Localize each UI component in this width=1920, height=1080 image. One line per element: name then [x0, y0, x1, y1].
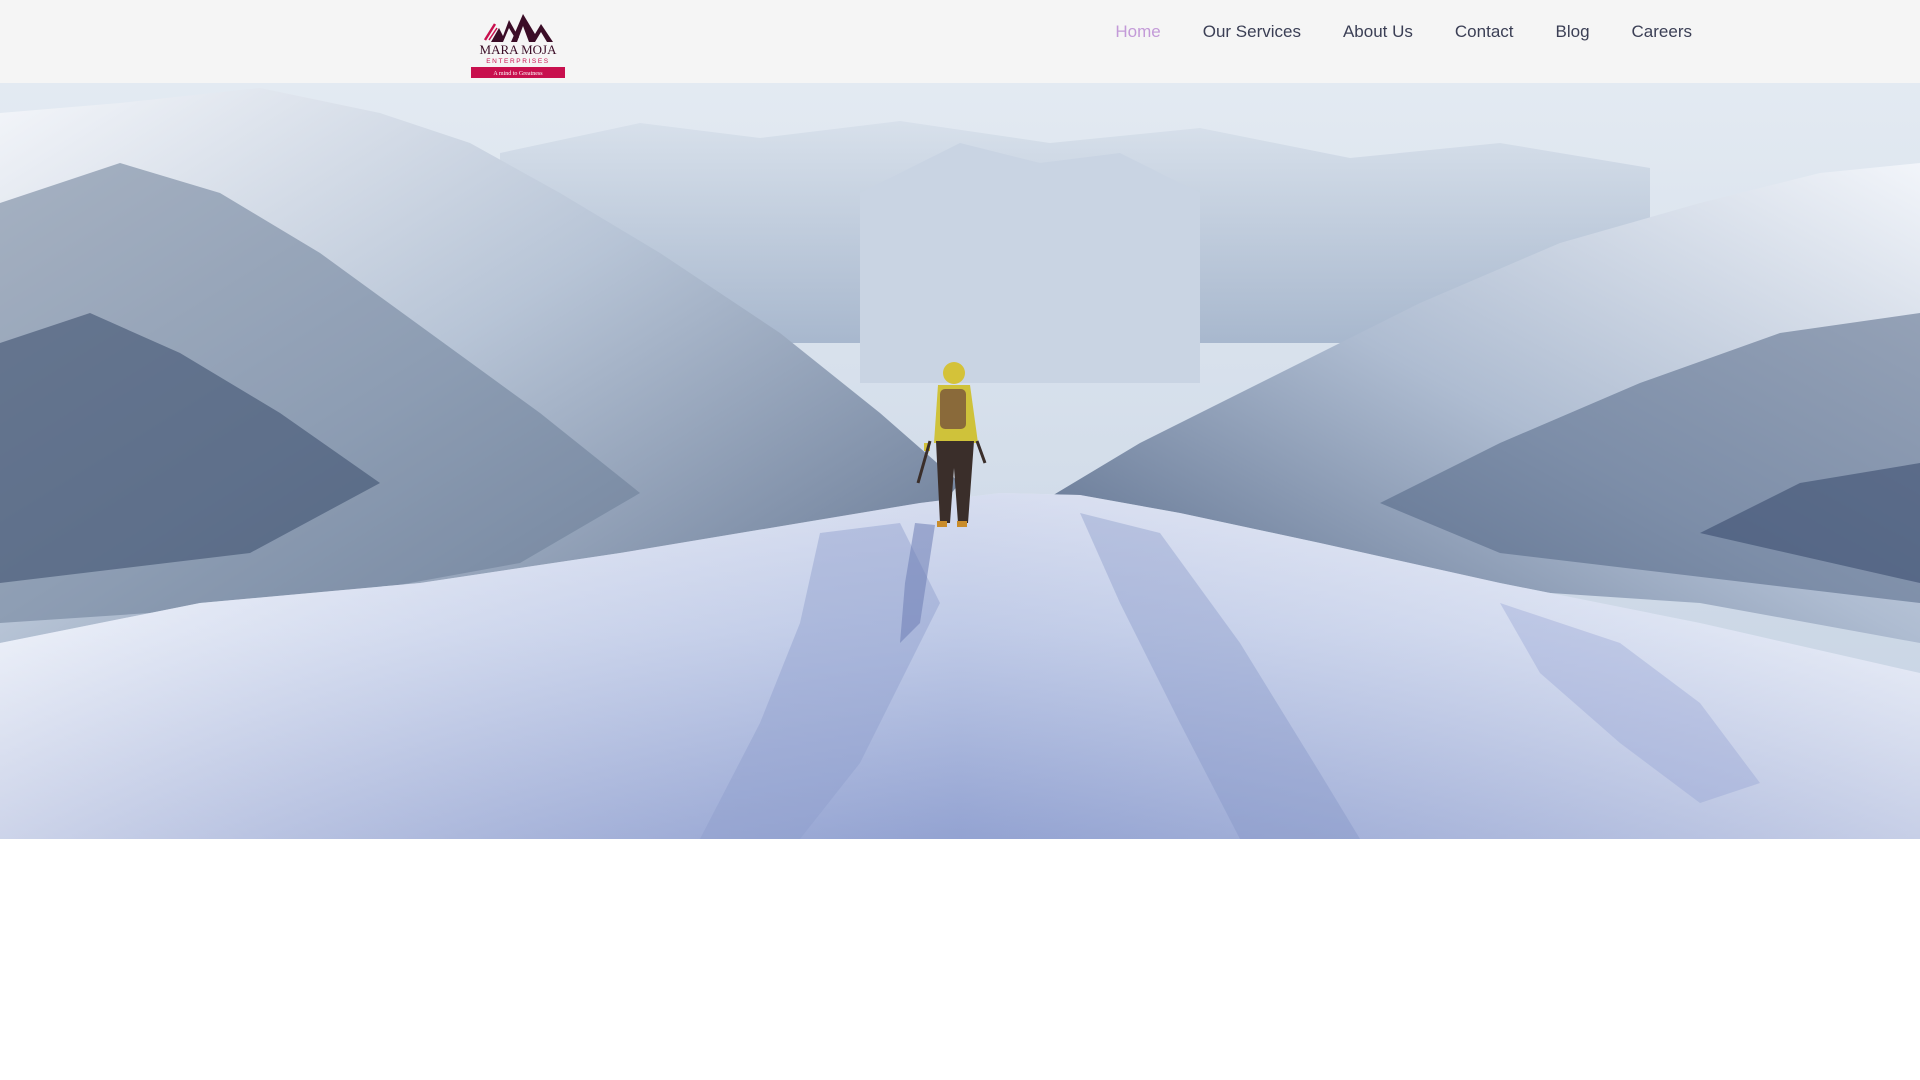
brand-name: MARA MOJA [480, 42, 558, 57]
nav-contact[interactable]: Contact [1455, 22, 1514, 42]
nav-home[interactable]: Home [1115, 22, 1160, 42]
logo-mark-icon: MARA MOJA ENTERPRISES A mind to Greatnes… [471, 14, 565, 78]
brand-tagline: A mind to Greatness [493, 71, 543, 77]
page-content-area [0, 839, 1920, 1080]
nav-blog[interactable]: Blog [1556, 22, 1590, 42]
hero-image [0, 83, 1920, 839]
nav-careers[interactable]: Careers [1632, 22, 1692, 42]
nav-our-services[interactable]: Our Services [1203, 22, 1301, 42]
nav-about-us[interactable]: About Us [1343, 22, 1413, 42]
brand-logo[interactable]: MARA MOJA ENTERPRISES A mind to Greatnes… [471, 6, 565, 79]
brand-subtitle: ENTERPRISES [486, 58, 549, 65]
main-nav: Home Our Services About Us Contact Blog … [1115, 0, 1692, 63]
mountain-scene [0, 83, 1920, 839]
site-header: MARA MOJA ENTERPRISES A mind to Greatnes… [0, 0, 1920, 83]
